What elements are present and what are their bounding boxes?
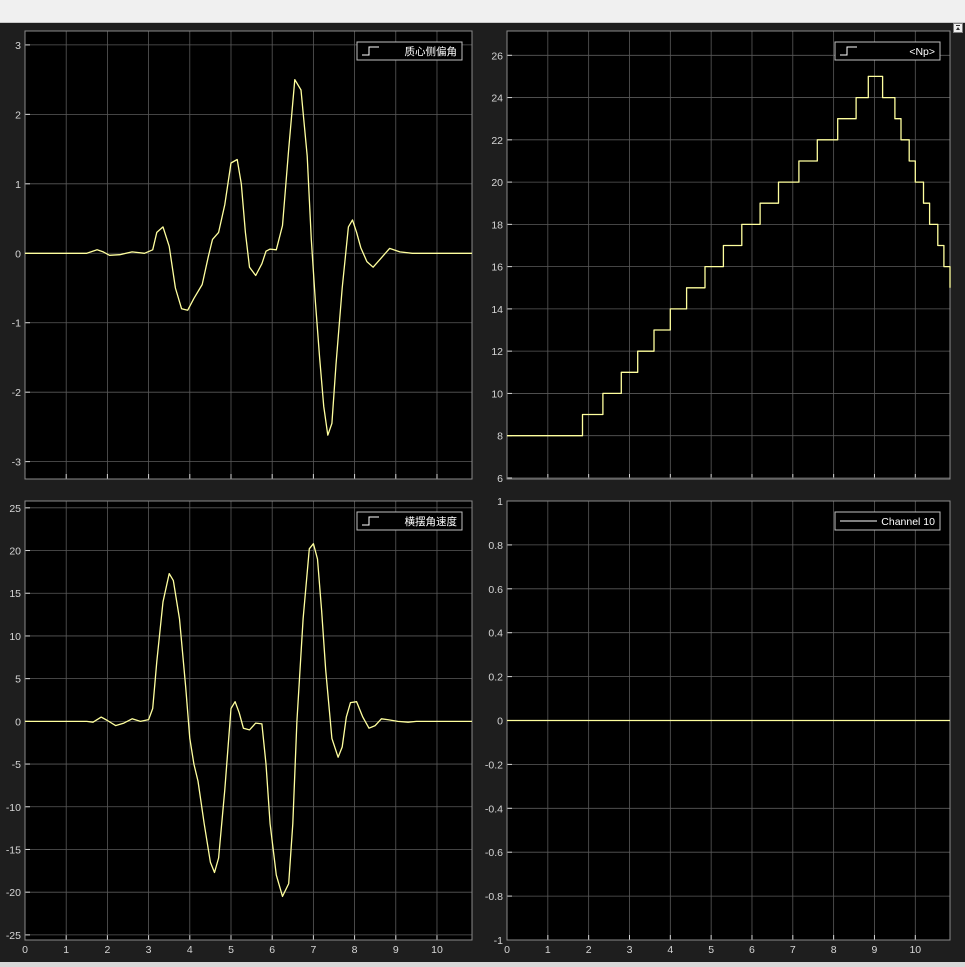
x-tick-label: 7 [310,944,316,956]
x-tick-label: 0 [22,944,28,956]
status-bar [0,962,965,967]
y-tick-label: 8 [497,431,503,443]
x-tick-label: 2 [586,944,592,956]
y-tick-label: 5 [15,674,21,686]
y-tick-label: -1 [12,318,21,330]
y-tick-label: 26 [491,50,503,62]
y-tick-label: -5 [12,759,21,771]
x-tick-label: 10 [431,944,443,956]
legend-label: Channel 10 [881,516,935,528]
y-tick-label: 0.8 [488,540,503,552]
y-tick-label: 1 [497,496,503,508]
y-tick-label: -15 [6,844,21,856]
y-tick-label: -1 [494,935,503,947]
y-tick-label: 1 [15,179,21,191]
y-tick-label: 18 [491,219,503,231]
y-tick-label: -0.4 [485,803,503,815]
y-tick-label: -10 [6,802,21,814]
y-tick-label: 15 [9,588,21,600]
y-tick-label: 0.2 [488,672,503,684]
x-tick-label: 4 [667,944,673,956]
legend-label: <Np> [909,46,935,58]
legend: 横摆角速度 [356,511,463,531]
y-tick-label: 10 [491,388,503,400]
y-tick-label: -0.8 [485,891,503,903]
x-tick-label: 6 [269,944,275,956]
y-tick-label: 20 [491,177,503,189]
x-tick-label: 1 [63,944,69,956]
y-tick-label: -20 [6,887,21,899]
y-tick-label: -3 [12,457,21,469]
y-tick-label: 20 [9,546,21,558]
y-tick-label: 0.6 [488,584,503,596]
x-tick-label: 5 [228,944,234,956]
legend: <Np> [834,41,941,61]
y-tick-label: 12 [491,346,503,358]
x-tick-label: 10 [909,944,921,956]
y-tick-label: 0 [15,716,21,728]
y-tick-label: 22 [491,135,503,147]
legend-label: 横摆角速度 [405,515,458,528]
x-tick-label: 6 [749,944,755,956]
scope-panel-2: 6 8 10 12 14 16 18 20 22 24 26 <Np> [491,30,951,485]
y-tick-label: 0.4 [488,628,503,640]
legend: Channel 10 [834,511,941,531]
x-tick-label: 5 [708,944,714,956]
y-tick-label: -0.2 [485,759,503,771]
y-tick-label: 3 [15,40,21,52]
x-tick-label: 9 [393,944,399,956]
x-tick-label: 8 [352,944,358,956]
y-tick-label: 0 [497,716,503,728]
x-tick-label: 4 [187,944,193,956]
x-tick-label: 8 [831,944,837,956]
legend-label: 质心侧偏角 [405,45,458,58]
scope-panel-3: -25 -20 -15 -10 -5 0 5 10 15 20 25 0 1 2 3 4 5 6 7 8 9 10 横摆角速… [6,500,473,956]
y-tick-label: 24 [491,93,503,105]
scope-display: -3-2-10123质心侧偏角68101214161820222426 <Np>-… [6,30,951,956]
x-tick-label: 9 [872,944,878,956]
y-tick-label: 0 [15,248,21,260]
plot-area [25,501,472,940]
legend: 质心侧偏角 [356,41,463,61]
x-tick-label: 3 [627,944,633,956]
y-tick-label: 6 [497,473,503,485]
y-tick-label: 16 [491,262,503,274]
x-tick-label: 1 [545,944,551,956]
y-tick-label: -0.6 [485,847,503,859]
x-tick-label: 0 [504,944,510,956]
y-tick-label: 14 [491,304,503,316]
scope-panel-1: -3 -2 -1 0 1 2 3 质心侧偏角 [12,30,473,480]
y-tick-label: 10 [9,631,21,643]
y-tick-label: -2 [12,387,21,399]
scope-panel-4: -1-0.8-0.6-0.4-0.200.20.40.60.810 1 2 3 4 5 6 7… [485,496,951,956]
y-tick-label: 25 [9,503,21,515]
x-tick-label: 3 [146,944,152,956]
y-tick-label: 2 [15,109,21,121]
x-tick-label: 7 [790,944,796,956]
y-tick-label: -25 [6,930,21,942]
x-tick-label: 2 [104,944,110,956]
